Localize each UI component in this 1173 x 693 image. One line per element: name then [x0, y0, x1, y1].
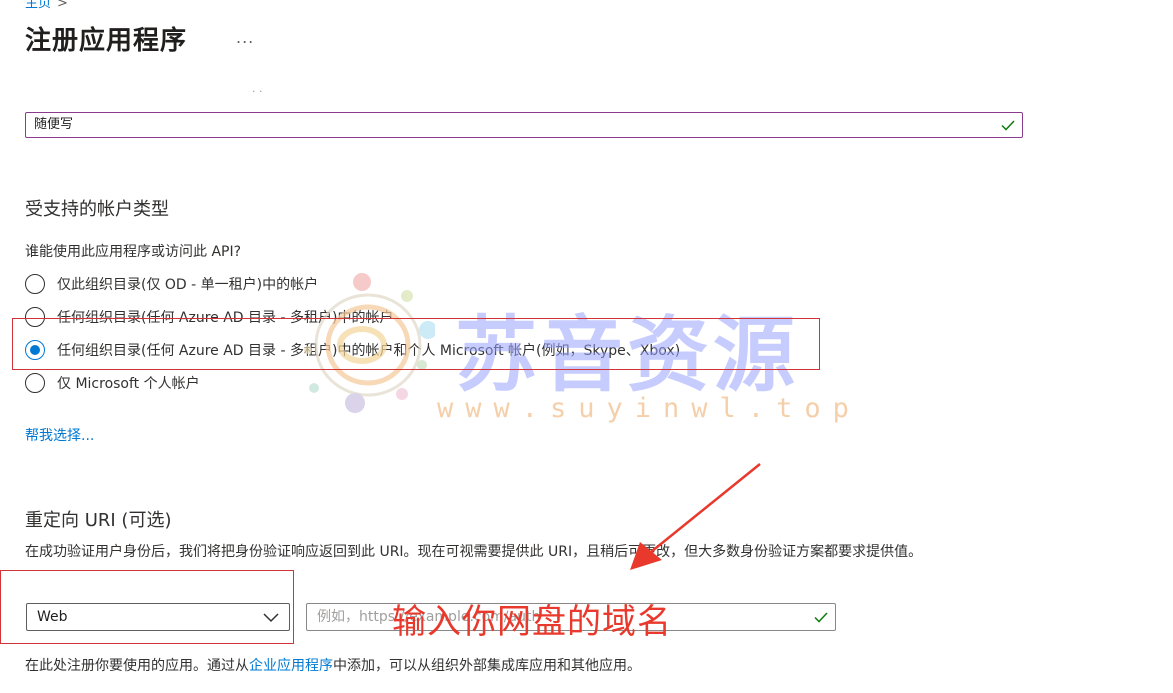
more-options-button[interactable]: ...: [236, 28, 254, 47]
checkmark-icon: [814, 612, 828, 623]
highlight-box-account-option: [12, 318, 820, 370]
footer-note: 在此处注册你要使用的应用。通过从企业应用程序中添加，可以从组织外部集成库应用和其…: [25, 655, 641, 675]
annotation-text: 输入你网盘的域名: [392, 602, 672, 642]
watermark-url: www.suyinwl.top: [437, 393, 861, 424]
redirect-uri-description: 在成功验证用户身份后，我们将把身份验证响应返回到此 URI。现在可视需要提供此 …: [25, 544, 923, 560]
checkmark-icon: [1001, 120, 1015, 131]
radio-option-personal-only[interactable]: 仅 Microsoft 个人帐户: [25, 371, 200, 395]
enterprise-apps-link[interactable]: 企业应用程序: [249, 658, 333, 674]
footer-text-before: 在此处注册你要使用的应用。通过从: [25, 658, 249, 674]
radio-option-single-tenant[interactable]: 仅此组织目录(仅 OD - 单一租户)中的帐户: [25, 272, 318, 296]
account-types-heading: 受支持的帐户类型: [25, 199, 169, 220]
footer-text-after: 中添加，可以从组织外部集成库应用和其他应用。: [333, 658, 641, 674]
radio-button[interactable]: [25, 274, 45, 294]
radio-label: 仅 Microsoft 个人帐户: [57, 376, 200, 392]
help-me-choose-link[interactable]: 帮我选择...: [25, 425, 94, 445]
highlight-box-platform: [0, 570, 294, 644]
breadcrumb-home-link[interactable]: 主页: [25, 0, 51, 11]
name-field-label: . .: [252, 82, 263, 95]
radio-label: 仅此组织目录(仅 OD - 单一租户)中的帐户: [57, 277, 319, 293]
app-name-value: 随便写: [34, 117, 74, 132]
redirect-uri-heading: 重定向 URI (可选): [25, 510, 172, 531]
radio-button[interactable]: [25, 373, 45, 393]
account-types-question: 谁能使用此应用程序或访问此 API?: [25, 244, 242, 260]
breadcrumb-separator: >: [57, 0, 68, 11]
app-name-input[interactable]: 随便写: [25, 112, 1023, 138]
breadcrumb: 主页 >: [25, 0, 68, 11]
page-title: 注册应用程序: [25, 26, 188, 56]
annotation-arrow-icon: [630, 463, 761, 570]
